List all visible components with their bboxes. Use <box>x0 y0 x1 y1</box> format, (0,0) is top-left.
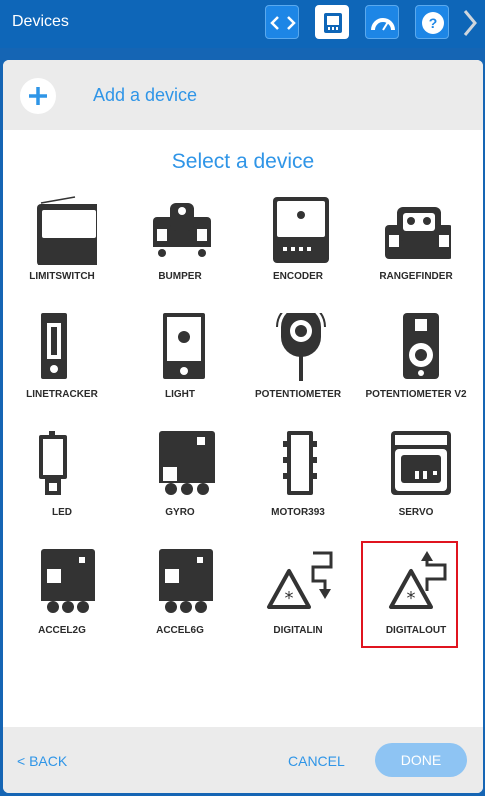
device-digitalout[interactable]: * DIGITALOUT <box>357 541 475 659</box>
svg-text:*: * <box>407 588 416 609</box>
device-label: ENCODER <box>272 271 323 282</box>
light-icon <box>163 313 205 379</box>
device-label: LINETRACKER <box>26 389 98 400</box>
servo-icon <box>391 431 451 495</box>
add-device-row[interactable]: Add a device <box>3 60 483 130</box>
device-label: LED <box>52 507 72 518</box>
dashboard-button[interactable] <box>365 5 399 39</box>
device-label: SERVO <box>398 507 434 518</box>
potentiometer-icon <box>276 313 326 381</box>
device-potentiometer[interactable]: POTENTIOMETER <box>239 313 357 423</box>
device-rangefinder[interactable]: RANGEFINDER <box>357 195 475 305</box>
code-icon <box>270 16 296 30</box>
select-device-title: Select a device <box>171 150 315 173</box>
linetracker-icon <box>41 313 67 379</box>
device-label: MOTOR393 <box>271 507 325 518</box>
device-label: DIGITALOUT <box>385 625 447 636</box>
device-servo[interactable]: SERVO <box>357 431 475 541</box>
help-icon: ? <box>422 12 444 34</box>
rangefinder-icon <box>385 207 451 259</box>
accel2g-icon <box>41 549 95 615</box>
device-bumper[interactable]: BUMPER <box>121 195 239 305</box>
gyro-icon <box>159 431 215 497</box>
device-light[interactable]: LIGHT <box>121 313 239 423</box>
top-bar: Devices ? <box>0 0 485 48</box>
device-linetracker[interactable]: LINETRACKER <box>3 313 121 423</box>
device-encoder[interactable]: ENCODER <box>239 195 357 305</box>
svg-text:?: ? <box>429 15 438 31</box>
device-label: RANGEFINDER <box>379 271 453 282</box>
bumper-icon <box>153 203 211 257</box>
plus-icon <box>29 87 47 105</box>
cancel-button[interactable]: CANCEL <box>288 753 345 769</box>
device-label: ACCEL6G <box>156 625 204 636</box>
chevron-right-icon[interactable] <box>460 7 480 39</box>
device-limitswitch[interactable]: LIMITSWITCH <box>3 195 121 305</box>
code-button[interactable] <box>265 5 299 39</box>
devices-button[interactable] <box>315 5 349 39</box>
add-device-label[interactable]: Add a device <box>93 85 197 106</box>
digitalin-icon: * <box>267 551 333 609</box>
footer-bar: < BACK CANCEL DONE <box>3 727 483 793</box>
device-led[interactable]: LED <box>3 431 121 541</box>
dashboard-icon <box>371 18 395 31</box>
device-label: GYRO <box>165 507 195 518</box>
back-button[interactable]: < BACK <box>17 753 67 769</box>
device-gyro[interactable]: GYRO <box>121 431 239 541</box>
device-label: LIGHT <box>165 389 195 400</box>
device-label: POTENTIOMETER <box>254 389 342 400</box>
add-device-button[interactable] <box>20 78 56 114</box>
devices-icon <box>324 13 342 33</box>
device-label: POTENTIOMETER V2 <box>365 389 467 400</box>
device-accel6g[interactable]: ACCEL6G <box>121 549 239 659</box>
motor393-icon <box>283 431 317 495</box>
accel6g-icon <box>159 549 213 615</box>
device-potentiometer-v2[interactable]: POTENTIOMETER V2 <box>357 313 475 423</box>
svg-text:*: * <box>285 588 294 609</box>
device-label: LIMITSWITCH <box>29 271 95 282</box>
device-panel: Add a device Select a device LIMITSWITCH <box>3 60 483 793</box>
device-label: DIGITALIN <box>273 625 323 636</box>
device-digitalin[interactable]: * DIGITALIN <box>239 549 357 659</box>
device-label: BUMPER <box>158 271 202 282</box>
done-button[interactable]: DONE <box>375 743 467 777</box>
device-motor393[interactable]: MOTOR393 <box>239 431 357 541</box>
digitalout-icon: * <box>389 551 447 609</box>
encoder-icon <box>273 197 329 263</box>
limitswitch-icon <box>37 196 97 265</box>
device-accel2g[interactable]: ACCEL2G <box>3 549 121 659</box>
potentiometer-v2-icon <box>403 313 439 379</box>
led-icon <box>39 431 67 495</box>
page-title: Devices <box>12 13 69 30</box>
help-button[interactable]: ? <box>415 5 449 39</box>
device-label: ACCEL2G <box>38 625 86 636</box>
